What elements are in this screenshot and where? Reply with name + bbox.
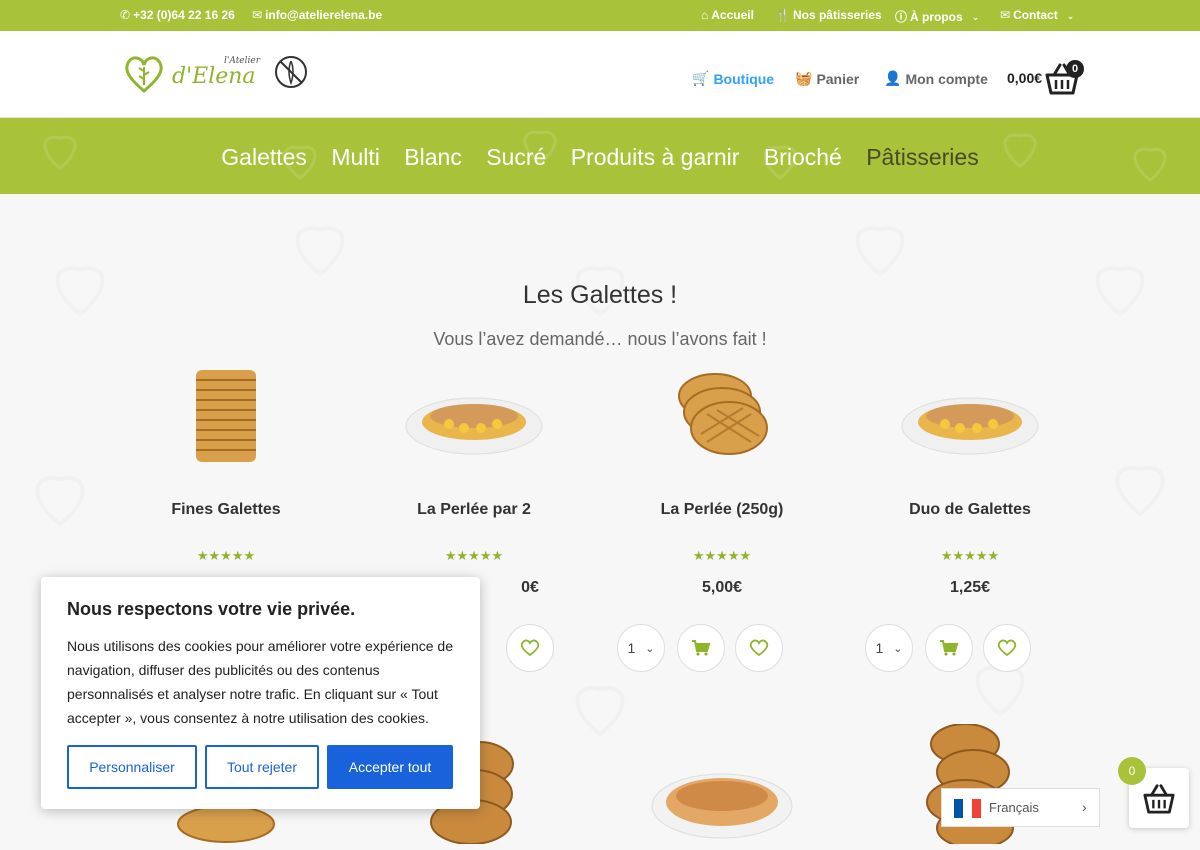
reject-all-button[interactable]: Tout rejeter bbox=[205, 745, 319, 789]
quantity-value: 1 bbox=[627, 640, 636, 656]
language-label: Français bbox=[989, 800, 1039, 815]
site-header: d'Elena l'Atelier 🛒 Boutique 🧺 Panier 👤 … bbox=[0, 31, 1200, 118]
rating-stars: ★★★★★ bbox=[196, 548, 256, 563]
product-image[interactable] bbox=[399, 364, 549, 464]
accept-all-button[interactable]: Accepter tout bbox=[327, 745, 453, 789]
product-name[interactable]: La Perlée par 2 bbox=[359, 501, 589, 519]
nav-boutique[interactable]: 🛒 Boutique bbox=[692, 70, 774, 87]
top-nav-label: Contact bbox=[1013, 8, 1058, 22]
chevron-down-icon: ⌄ bbox=[893, 642, 903, 655]
product-actions: 1 ⌄ bbox=[865, 624, 1075, 672]
email-link[interactable]: ✉ info@atelierelena.be bbox=[252, 8, 382, 22]
quantity-value: 1 bbox=[875, 640, 884, 656]
top-bar: ✆ +32 (0)64 22 16 26 ✉ info@atelierelena… bbox=[0, 0, 1200, 31]
product-image[interactable] bbox=[895, 364, 1045, 464]
language-switcher[interactable]: Français › bbox=[941, 788, 1100, 827]
home-icon: ⌂ bbox=[701, 8, 709, 22]
cookie-text: Nous utilisons des cookies pour améliore… bbox=[67, 638, 453, 726]
page-subtitle: Vous l’avez demandé… nous l’avons fait ! bbox=[433, 329, 767, 349]
site-logo[interactable]: d'Elena l'Atelier bbox=[122, 51, 312, 101]
nav-label: Panier bbox=[816, 70, 860, 87]
chevron-down-icon: ⌄ bbox=[1066, 10, 1075, 21]
phone-link[interactable]: ✆ +32 (0)64 22 16 26 bbox=[120, 8, 235, 22]
cart-total[interactable]: 0,00€ bbox=[1007, 70, 1042, 86]
rating-stars: ★★★★★ bbox=[444, 548, 504, 563]
category-blanc[interactable]: Blanc bbox=[404, 144, 462, 170]
category-bar: Galettes Multi Blanc Sucré Produits à ga… bbox=[0, 118, 1200, 194]
product-name[interactable]: La Perlée (250g) bbox=[607, 501, 837, 519]
nav-label: Mon compte bbox=[905, 70, 988, 87]
phone-text: +32 (0)64 22 16 26 bbox=[133, 8, 235, 22]
nav-mon-compte[interactable]: 👤 Mon compte bbox=[884, 70, 988, 87]
cart-icon bbox=[692, 640, 711, 656]
customize-button[interactable]: Personnaliser bbox=[67, 745, 197, 789]
top-nav-label: Nos pâtisseries bbox=[792, 8, 882, 22]
product-image[interactable] bbox=[151, 364, 301, 464]
wishlist-button[interactable] bbox=[506, 624, 554, 672]
product-card: La Perlée (250g) ★★★★★ 5,00€ 1 ⌄ bbox=[607, 364, 837, 684]
nav-panier[interactable]: 🧺 Panier bbox=[795, 70, 859, 87]
france-flag-icon bbox=[954, 799, 981, 818]
svg-text:d'Elena: d'Elena bbox=[172, 64, 256, 89]
envelope-icon: ✉ bbox=[252, 8, 263, 22]
category-sucre[interactable]: Sucré bbox=[486, 144, 546, 170]
heart-icon bbox=[520, 639, 540, 657]
product-image[interactable] bbox=[647, 724, 797, 844]
info-icon: ⓘ bbox=[895, 10, 908, 24]
top-nav-contact[interactable]: ✉ Contact ⌄ bbox=[1000, 8, 1074, 22]
user-icon: 👤 bbox=[884, 70, 902, 86]
chevron-down-icon: ⌄ bbox=[645, 642, 655, 655]
product-actions: 1 ⌄ bbox=[617, 624, 827, 672]
nav-label: Boutique bbox=[713, 70, 775, 87]
category-patisseries[interactable]: Pâtisseries bbox=[866, 144, 978, 170]
top-nav-label: Accueil bbox=[711, 8, 754, 22]
basket-icon bbox=[1143, 784, 1175, 814]
product-price: 1,25€ bbox=[949, 579, 991, 596]
add-to-cart-button[interactable] bbox=[925, 624, 973, 672]
rating-stars: ★★★★★ bbox=[940, 548, 1000, 563]
top-nav-a-propos[interactable]: ⓘ À propos ⌄ bbox=[895, 8, 979, 25]
heart-icon bbox=[749, 639, 769, 657]
quantity-select[interactable]: 1 ⌄ bbox=[865, 624, 913, 672]
utensils-icon: 🍴 bbox=[775, 8, 790, 22]
cookie-consent-banner: Nous respectons votre vie privée. Nous u… bbox=[41, 577, 480, 809]
svg-text:l'Atelier: l'Atelier bbox=[224, 56, 261, 66]
product-image[interactable] bbox=[647, 364, 797, 464]
email-text: info@atelierelena.be bbox=[265, 8, 383, 22]
floating-cart-count: 0 bbox=[1118, 757, 1146, 785]
cookie-title: Nous respectons votre vie privée. bbox=[67, 599, 356, 619]
envelope-icon: ✉ bbox=[1000, 8, 1011, 22]
cart-icon bbox=[940, 640, 959, 656]
cart-count-badge: 0 bbox=[1066, 60, 1084, 78]
product-name[interactable]: Fines Galettes bbox=[111, 501, 341, 519]
page-title: Les Galettes ! bbox=[522, 281, 678, 309]
category-multi[interactable]: Multi bbox=[331, 144, 380, 170]
category-galettes[interactable]: Galettes bbox=[221, 144, 307, 170]
wishlist-button[interactable] bbox=[983, 624, 1031, 672]
chevron-down-icon: ⌄ bbox=[971, 12, 980, 22]
product-name[interactable]: Duo de Galettes bbox=[855, 501, 1085, 519]
wishlist-button[interactable] bbox=[735, 624, 783, 672]
basket-icon: 🧺 bbox=[795, 70, 813, 86]
top-nav-label: À propos bbox=[910, 9, 963, 24]
phone-icon: ✆ bbox=[120, 8, 131, 22]
category-nav: Galettes Multi Blanc Sucré Produits à ga… bbox=[0, 144, 1200, 171]
rating-stars: ★★★★★ bbox=[692, 548, 752, 563]
category-brioche[interactable]: Brioché bbox=[764, 144, 842, 170]
cart-icon: 🛒 bbox=[692, 70, 710, 86]
product-price: 5,00€ bbox=[701, 579, 743, 596]
chevron-right-icon: › bbox=[1082, 799, 1087, 815]
add-to-cart-button[interactable] bbox=[677, 624, 725, 672]
quantity-select[interactable]: 1 ⌄ bbox=[617, 624, 665, 672]
heart-icon bbox=[997, 639, 1017, 657]
top-nav-patisseries[interactable]: 🍴 Nos pâtisseries bbox=[775, 8, 882, 22]
product-card: Duo de Galettes ★★★★★ 1,25€ 1 ⌄ bbox=[855, 364, 1085, 684]
top-nav-accueil[interactable]: ⌂ Accueil bbox=[701, 8, 754, 22]
category-produits-a-garnir[interactable]: Produits à garnir bbox=[571, 144, 740, 170]
